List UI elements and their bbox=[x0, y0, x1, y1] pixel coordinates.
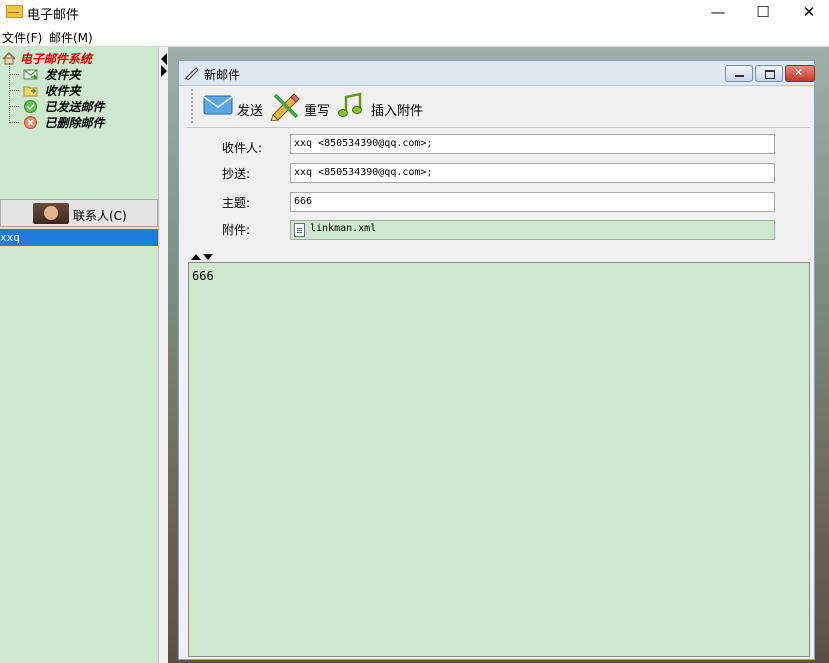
to-field[interactable]: xxq <850534390@qq.com>; bbox=[290, 134, 775, 154]
cc-field[interactable]: xxq <850534390@qq.com>; bbox=[290, 163, 775, 183]
attachment-label: 附件: bbox=[222, 223, 251, 237]
tree-connector bbox=[9, 106, 19, 107]
compose-minimize-button[interactable] bbox=[725, 65, 753, 82]
contacts-list: xxq bbox=[0, 227, 158, 663]
rewrite-button[interactable]: 重写 bbox=[269, 91, 333, 121]
sent-check-icon bbox=[23, 100, 37, 113]
menu-mail[interactable]: 邮件(M) bbox=[49, 29, 93, 46]
mail-envelope-icon bbox=[6, 5, 23, 18]
music-note-attachment-icon bbox=[338, 92, 362, 117]
collapse-left-icon[interactable] bbox=[161, 53, 167, 65]
tree-item-sent[interactable]: 已发送邮件 bbox=[9, 98, 105, 114]
window-title: 电子邮件 bbox=[27, 8, 80, 23]
envelope-send-icon bbox=[203, 95, 233, 115]
tree-item-inbox[interactable]: 收件夹 bbox=[9, 82, 81, 98]
tree-item-label: 发件夹 bbox=[44, 68, 81, 82]
insert-attachment-button[interactable]: 插入附件 bbox=[337, 91, 427, 121]
compose-window: 新邮件 发送 重写 bbox=[178, 60, 815, 660]
tree-connector bbox=[9, 122, 19, 123]
contact-list-item[interactable]: xxq bbox=[0, 229, 158, 246]
to-label: 收件人: bbox=[222, 141, 263, 155]
rewrite-label: 重写 bbox=[304, 104, 331, 119]
outbox-icon bbox=[23, 69, 38, 80]
tree-item-label: 已删除邮件 bbox=[44, 116, 105, 130]
compose-title-bar: 新邮件 bbox=[179, 61, 815, 86]
menu-bar: 文件(F) 邮件(M) bbox=[0, 26, 829, 47]
attachment-file-name[interactable]: linkman.xml bbox=[310, 223, 376, 234]
contacts-header-button[interactable]: 联系人(C) bbox=[0, 199, 158, 227]
compose-restore-button[interactable] bbox=[755, 65, 783, 82]
compose-close-button[interactable] bbox=[785, 65, 815, 82]
expand-right-icon[interactable] bbox=[161, 65, 167, 77]
tree-root-mail-system[interactable]: 电子邮件系统 bbox=[2, 50, 92, 67]
collapse-up-icon[interactable] bbox=[191, 254, 201, 260]
menu-file[interactable]: 文件(F) bbox=[2, 29, 42, 46]
subject-label: 主题: bbox=[222, 196, 251, 210]
compose-header-form: 收件人: xxq <850534390@qq.com>; 抄送: xxq <85… bbox=[187, 128, 810, 254]
tree-item-deleted[interactable]: 已删除邮件 bbox=[9, 114, 105, 130]
contacts-header-label: 联系人(C) bbox=[73, 209, 127, 223]
deleted-x-icon bbox=[23, 116, 37, 129]
pencil-ruler-icon bbox=[270, 93, 300, 121]
subject-field[interactable]: 666 bbox=[290, 192, 775, 212]
compose-pen-icon bbox=[184, 67, 199, 80]
maximize-button[interactable]: ☐ bbox=[740, 0, 786, 26]
tree-item-label: 收件夹 bbox=[44, 84, 81, 98]
message-body-editor[interactable]: 666 bbox=[188, 262, 810, 657]
tree-connector bbox=[9, 90, 19, 91]
folder-tree: 电子邮件系统 发件夹 收件夹 已发送邮件 已删除邮件 bbox=[0, 47, 158, 199]
tree-connector bbox=[9, 74, 19, 75]
attachment-field[interactable]: linkman.xml bbox=[290, 220, 775, 240]
message-body-text: 666 bbox=[192, 269, 214, 283]
cc-label: 抄送: bbox=[222, 167, 251, 181]
compose-toolbar: 发送 重写 插入附件 bbox=[187, 87, 810, 128]
tree-item-label: 已发送邮件 bbox=[44, 100, 105, 114]
send-label: 发送 bbox=[237, 104, 264, 119]
toolbar-grip bbox=[191, 89, 193, 123]
minimize-button[interactable]: — bbox=[695, 0, 741, 26]
title-bar: 电子邮件 — ☐ ✕ bbox=[0, 0, 829, 26]
xml-file-icon bbox=[294, 223, 305, 237]
send-button[interactable]: 发送 bbox=[203, 91, 265, 121]
expand-down-icon[interactable] bbox=[203, 254, 213, 260]
tree-root-label: 电子邮件系统 bbox=[19, 52, 92, 66]
compose-window-title: 新邮件 bbox=[204, 68, 241, 82]
contacts-avatar-icon bbox=[33, 203, 69, 224]
inbox-folder-icon bbox=[23, 86, 38, 97]
tree-item-outbox[interactable]: 发件夹 bbox=[9, 66, 81, 82]
close-button[interactable]: ✕ bbox=[786, 0, 829, 26]
insert-attachment-label: 插入附件 bbox=[371, 104, 424, 119]
